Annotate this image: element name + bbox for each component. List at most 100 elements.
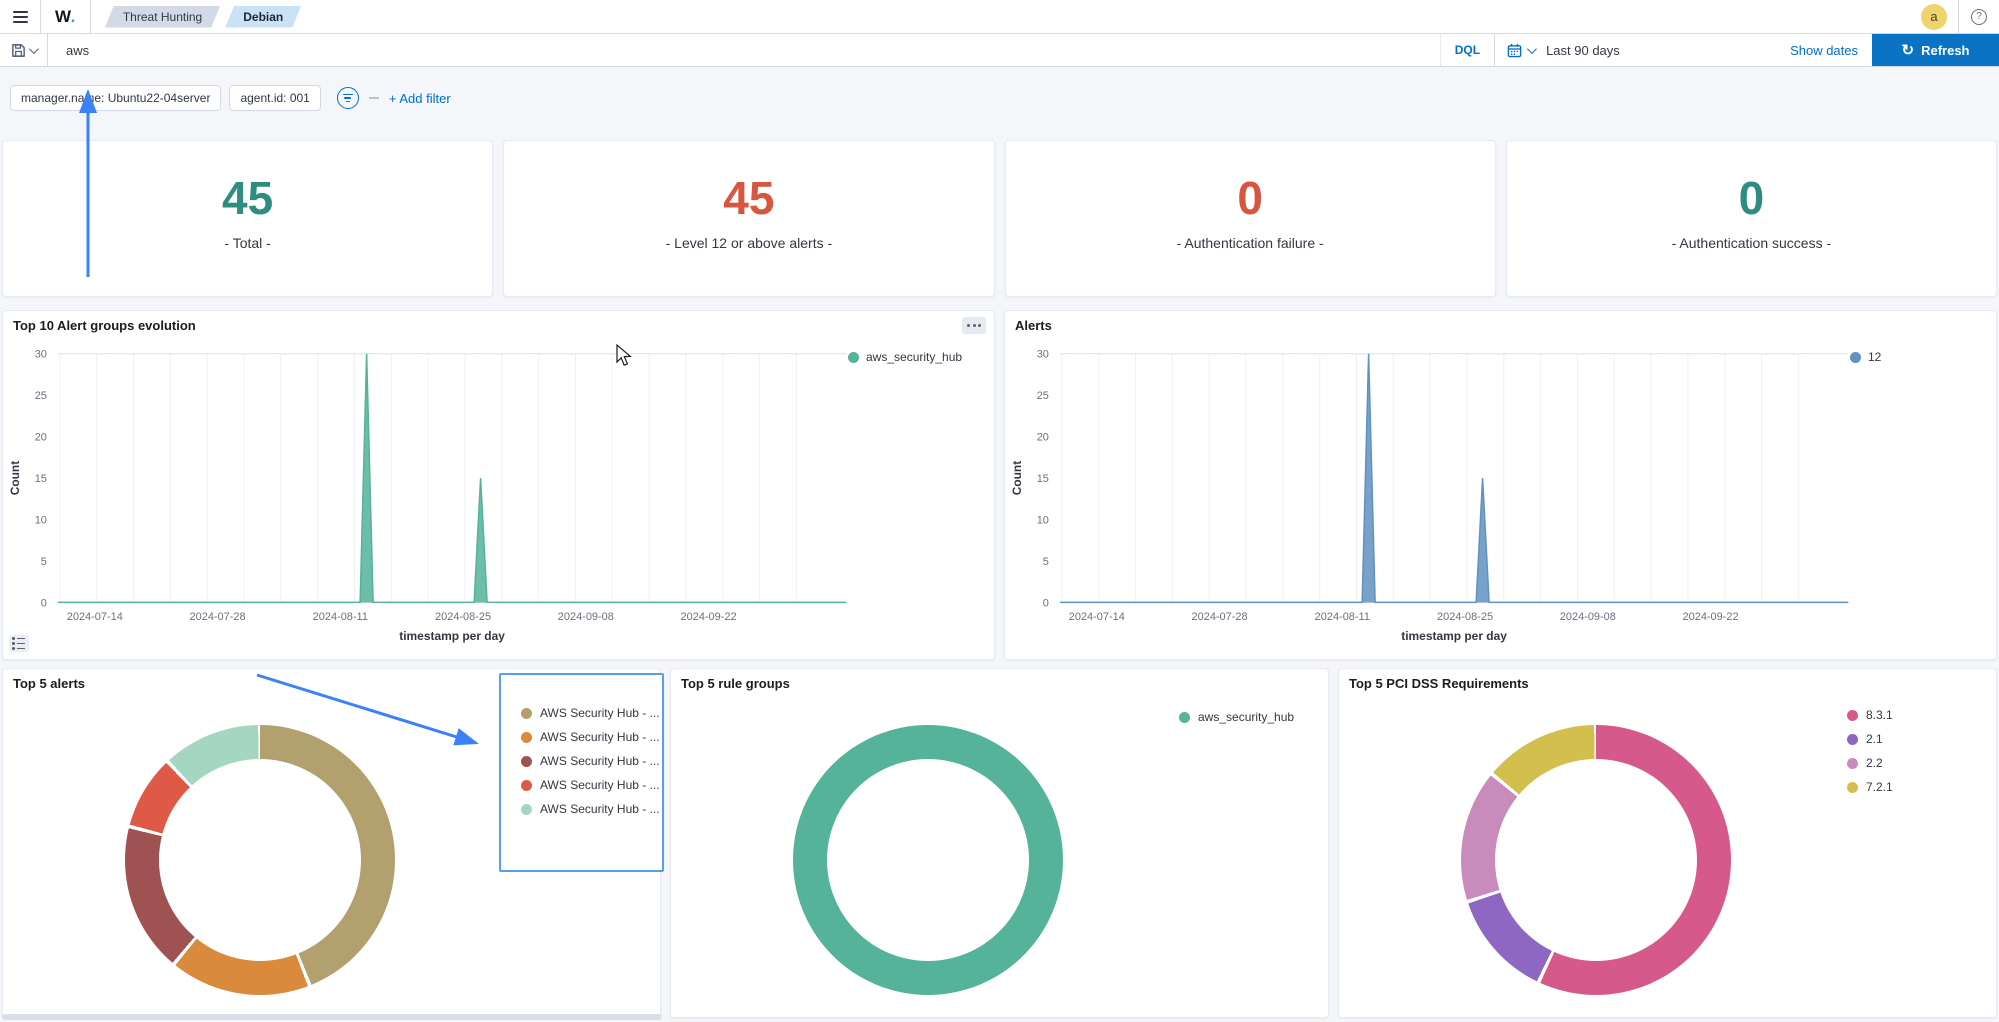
svg-text:20: 20 <box>1037 432 1049 444</box>
stat-value[interactable]: 45 <box>723 175 774 221</box>
legend-dot <box>521 732 532 743</box>
legend-label: 2.2 <box>1866 756 1883 770</box>
svg-text:2024-08-11: 2024-08-11 <box>313 611 368 623</box>
legend-dot <box>521 780 532 791</box>
legend-label: 8.3.1 <box>1866 708 1893 722</box>
svg-text:2024-08-25: 2024-08-25 <box>435 611 491 623</box>
refresh-button[interactable]: ↻ Refresh <box>1872 34 1999 66</box>
svg-text:30: 30 <box>1037 349 1049 361</box>
svg-text:Count: Count <box>1010 461 1024 495</box>
svg-text:2024-07-28: 2024-07-28 <box>190 611 246 623</box>
legend-dot <box>1847 758 1858 769</box>
stat-card-level12: 45 - Level 12 or above alerts - <box>503 140 994 297</box>
filter-options-icon[interactable] <box>337 87 359 109</box>
stat-label: - Total - <box>224 235 270 251</box>
stat-label: - Authentication success - <box>1672 235 1832 251</box>
breadcrumb: Threat Hunting Debian <box>105 6 301 28</box>
svg-text:Count: Count <box>8 461 22 495</box>
legend-label: AWS Security Hub - ... <box>540 778 660 792</box>
legend-item[interactable]: AWS Security Hub - ... <box>521 773 662 797</box>
horizontal-scrollbar[interactable] <box>2 1014 662 1020</box>
filter-bar: manager.name: Ubuntu22-04server agent.id… <box>0 67 1999 137</box>
legend-dot <box>1847 782 1858 793</box>
stat-value[interactable]: 0 <box>1237 175 1263 221</box>
legend-dot <box>1850 352 1861 363</box>
legend-dot <box>1179 712 1190 723</box>
legend-dot <box>1847 710 1858 721</box>
charts-row: Top 10 Alert groups evolution 0510152025… <box>2 310 1997 660</box>
date-picker-button[interactable] <box>1494 34 1546 66</box>
legend-label: 2.1 <box>1866 732 1883 746</box>
area-chart[interactable]: 051015202530Count2024-07-142024-07-28202… <box>1005 311 1996 659</box>
svg-text:2024-09-08: 2024-09-08 <box>558 611 614 623</box>
donut-legend: 8.3.1 2.1 2.2 7.2.1 <box>1847 703 1893 799</box>
donut-chart-top5-alerts[interactable] <box>125 725 395 995</box>
svg-text:2024-09-22: 2024-09-22 <box>681 611 737 623</box>
stats-row: 45 - Total - 45 - Level 12 or above aler… <box>2 140 1997 297</box>
stat-label: - Level 12 or above alerts - <box>666 235 833 251</box>
svg-text:5: 5 <box>1043 556 1049 568</box>
show-dates-link[interactable]: Show dates <box>1776 34 1872 66</box>
svg-text:2024-08-25: 2024-08-25 <box>1437 611 1493 623</box>
menu-button[interactable] <box>0 11 40 23</box>
donut-chart-top5-pci-dss[interactable] <box>1461 725 1731 995</box>
filter-pill-agent-id[interactable]: agent.id: 001 <box>229 85 320 111</box>
legend-label: AWS Security Hub - ... <box>540 730 660 744</box>
help-button[interactable]: ? <box>1959 9 1999 25</box>
avatar[interactable]: a <box>1921 4 1947 30</box>
top-navbar: W. Threat Hunting Debian a ? <box>0 0 1999 34</box>
legend-label: aws_security_hub <box>866 350 962 364</box>
legend-item[interactable]: aws_security_hub <box>1179 705 1294 729</box>
filter-dash-divider <box>369 97 379 99</box>
date-range-value[interactable]: Last 90 days <box>1546 34 1776 66</box>
stat-card-auth-failure: 0 - Authentication failure - <box>1005 140 1496 297</box>
svg-text:30: 30 <box>35 349 47 361</box>
svg-text:15: 15 <box>35 473 47 485</box>
panel-options-button[interactable] <box>962 317 986 334</box>
legend-item[interactable]: 7.2.1 <box>1847 775 1893 799</box>
donut-chart-top5-rule-groups[interactable] <box>793 725 1063 995</box>
area-chart[interactable]: 051015202530Count2024-07-142024-07-28202… <box>3 311 994 659</box>
legend-item[interactable]: AWS Security Hub - ... <box>521 749 662 773</box>
stat-value[interactable]: 45 <box>222 175 273 221</box>
wazuh-logo[interactable]: W. <box>41 7 90 27</box>
legend-item[interactable]: 2.2 <box>1847 751 1893 775</box>
legend-label: aws_security_hub <box>1198 710 1294 724</box>
chart-legend[interactable]: 12 <box>1850 350 1881 364</box>
saved-query-button[interactable] <box>0 34 48 66</box>
legend-dot <box>1847 734 1858 745</box>
svg-text:timestamp per day: timestamp per day <box>399 629 505 643</box>
breadcrumb-debian[interactable]: Debian <box>225 6 301 28</box>
chart-legend[interactable]: aws_security_hub <box>848 350 962 364</box>
add-filter-button[interactable]: + Add filter <box>389 91 451 106</box>
donuts-row: Top 5 alerts AWS Security Hub - ... AWS … <box>2 668 1997 1018</box>
legend-item[interactable]: AWS Security Hub - ... <box>521 701 662 725</box>
query-language-button[interactable]: DQL <box>1440 34 1494 66</box>
legend-label: 12 <box>1868 350 1881 364</box>
navbar-right: a ? <box>1910 0 1999 34</box>
logo-dot: . <box>71 7 76 26</box>
legend-dot <box>521 756 532 767</box>
svg-text:10: 10 <box>35 514 47 526</box>
panel-top5-alerts: Top 5 alerts AWS Security Hub - ... AWS … <box>2 668 661 1018</box>
legend-item[interactable]: AWS Security Hub - ... <box>521 797 662 821</box>
svg-text:25: 25 <box>35 390 47 402</box>
help-icon: ? <box>1971 9 1987 25</box>
legend-item[interactable]: 8.3.1 <box>1847 703 1893 727</box>
breadcrumb-threat-hunting[interactable]: Threat Hunting <box>105 6 220 28</box>
legend-toggle-button[interactable] <box>9 635 29 652</box>
search-input[interactable]: aws <box>48 34 1440 66</box>
svg-text:2024-09-08: 2024-09-08 <box>1560 611 1616 623</box>
filter-pill-manager-name[interactable]: manager.name: Ubuntu22-04server <box>10 85 221 111</box>
save-icon <box>11 43 26 58</box>
legend-item[interactable]: AWS Security Hub - ... <box>521 725 662 749</box>
legend-item[interactable]: 2.1 <box>1847 727 1893 751</box>
legend-dot <box>521 708 532 719</box>
panel-top5-pci-dss: Top 5 PCI DSS Requirements 8.3.1 2.1 2.2… <box>1338 668 1997 1018</box>
navbar-divider <box>90 0 91 34</box>
stat-value[interactable]: 0 <box>1739 175 1765 221</box>
svg-text:timestamp per day: timestamp per day <box>1401 629 1507 643</box>
panel-title: Top 5 rule groups <box>681 676 790 691</box>
svg-text:0: 0 <box>41 597 47 609</box>
legend-dot <box>521 804 532 815</box>
